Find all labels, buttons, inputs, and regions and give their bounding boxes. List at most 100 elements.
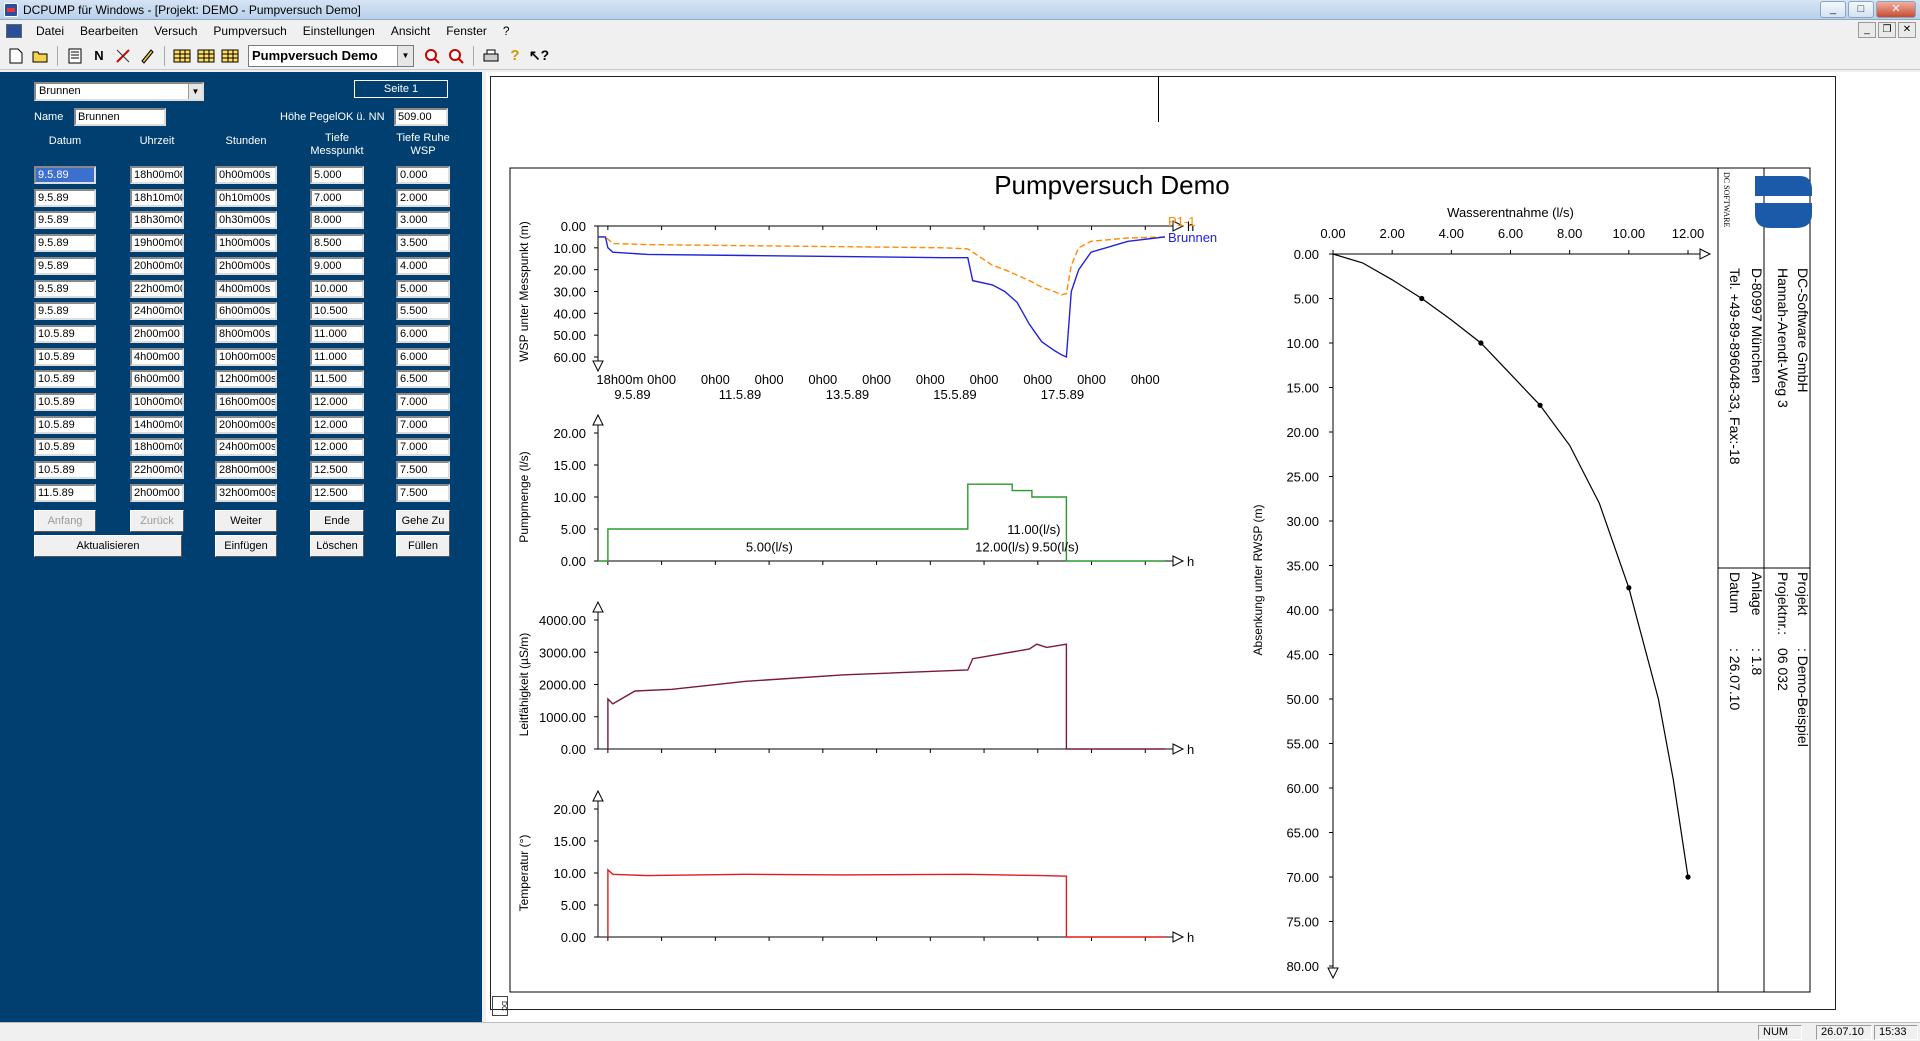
chart-3: 0.00 5.00 10.00 15.00 20.00 Temperatur (°) h xyxy=(517,789,1194,945)
x-tick-label: 10.00 xyxy=(1613,226,1646,241)
y-tick-label: 40.00 xyxy=(1286,603,1319,618)
status-bar: NUM 26.07.10 15:33 xyxy=(0,1022,1920,1041)
y-tick-label: 0.00 xyxy=(561,742,586,757)
project-info-value: : 1.8 xyxy=(1749,648,1765,675)
y-axis-arrow xyxy=(592,789,604,802)
logo-c-shape xyxy=(1755,203,1812,228)
y-tick-label: 60.00 xyxy=(1286,781,1319,796)
x-tick-label: 0h00 xyxy=(808,372,837,387)
y-axis-arrow xyxy=(1327,967,1339,980)
y-tick-label: 45.00 xyxy=(1286,648,1319,663)
project-info-label: Anlage xyxy=(1749,572,1765,616)
y-tick-label: 0.00 xyxy=(561,930,586,945)
y-axis-label: WSP unter Messpunkt (m) xyxy=(517,221,531,361)
x-axis-unit: h xyxy=(1187,742,1194,757)
data-point xyxy=(1478,340,1484,346)
x-axis-arrow xyxy=(1172,743,1185,755)
data-point xyxy=(1419,295,1425,302)
report-title: Pumpversuch Demo xyxy=(994,170,1230,200)
x-axis-unit: h xyxy=(1187,554,1194,569)
legend-entry: P1-1 xyxy=(1168,214,1195,229)
y-tick-label: 0.00 xyxy=(561,554,586,569)
x-axis-arrow xyxy=(1699,248,1712,260)
y-axis-label: Pumpmenge (l/s) xyxy=(517,451,531,542)
data-point xyxy=(1537,402,1543,408)
series-line-0 xyxy=(598,236,1166,296)
project-info-label: Datum xyxy=(1727,572,1743,613)
annotation-label: 9.50(l/s) xyxy=(1032,539,1079,554)
y-tick-label: 5.00 xyxy=(561,898,586,913)
x-tick-label: 8.00 xyxy=(1557,226,1582,241)
x-tick-label: 0h00 xyxy=(701,372,730,387)
y-tick-label: 30.00 xyxy=(553,285,586,300)
company-name: DC-Software GmbH xyxy=(1795,268,1811,392)
x-tick-label: 0h00 xyxy=(970,372,999,387)
y-tick-label: 0.00 xyxy=(561,219,586,234)
x-tick-label: 0h00 xyxy=(755,372,784,387)
num-lock-indicator: NUM xyxy=(1758,1025,1802,1040)
y-tick-label: 15.00 xyxy=(553,834,586,849)
project-info-label: Projektnr.: xyxy=(1775,572,1791,635)
y-tick-label: 0.00 xyxy=(1294,247,1319,262)
project-info-value: : 26.07.10 xyxy=(1727,648,1743,710)
y-tick-label: 5.00 xyxy=(561,522,586,537)
chart-1: 0.00 5.00 10.00 15.00 20.00 Pumpmenge (l/s) h 5… xyxy=(517,413,1194,569)
y-tick-label: 20.00 xyxy=(553,426,586,441)
y-tick-label: 20.00 xyxy=(553,802,586,817)
annotation-label: 5.00(l/s) xyxy=(746,539,793,554)
x-tick-label: 0h00 xyxy=(1077,372,1106,387)
title-block: DC SOFTWARE DC-Software GmbHHannah-Arendt… xyxy=(1718,168,1812,992)
company-city: D-80997 München xyxy=(1749,268,1765,383)
y-axis-label: Absenkung unter RWSP (m) xyxy=(1251,505,1265,656)
x-tick-label: 6.00 xyxy=(1498,226,1523,241)
series-line-0 xyxy=(607,868,1165,938)
x-date-label: 17.5.89 xyxy=(1041,387,1084,402)
dc-logo: DC SOFTWARE xyxy=(1722,172,1812,228)
y-tick-label: 10.00 xyxy=(553,866,586,881)
y-tick-label: 65.00 xyxy=(1286,826,1319,841)
chart-2: 0.00 1000.00 2000.00 3000.00 4000.00 Leitfähi… xyxy=(517,600,1194,757)
y-tick-label: 3000.00 xyxy=(539,645,586,660)
x-date-label: 11.5.89 xyxy=(719,387,761,402)
fit-curve xyxy=(1332,253,1689,878)
y-axis-label: Temperatur (°) xyxy=(517,835,531,912)
x-tick-label: 0h00 xyxy=(647,372,676,387)
y-tick-label: 30.00 xyxy=(1286,514,1319,529)
x-tick-label: 0h00 xyxy=(916,372,945,387)
x-tick-label: 4.00 xyxy=(1439,226,1464,241)
y-tick-label: 15.00 xyxy=(553,458,586,473)
y-tick-label: 20.00 xyxy=(1286,425,1319,440)
y-axis-arrow xyxy=(592,360,604,373)
chart-well-performance: 0.00 2.00 4.00 6.00 8.00 10.00 12.00 0.00 5.00 10… xyxy=(1251,205,1712,980)
x-axis-arrow xyxy=(1172,931,1185,943)
annotation-label: 11.00(l/s) xyxy=(1007,522,1060,537)
logo-text: DC SOFTWARE xyxy=(1722,172,1731,227)
y-tick-label: 80.00 xyxy=(1286,959,1319,974)
y-tick-label: 55.00 xyxy=(1286,737,1319,752)
y-tick-label: 1000.00 xyxy=(539,710,586,725)
y-tick-label: 2000.00 xyxy=(539,678,586,693)
legend-entry: Brunnen xyxy=(1168,230,1217,245)
series-line-0 xyxy=(607,643,1165,750)
x-tick-label: 12.00 xyxy=(1672,226,1705,241)
report-svg: Pumpversuch Demo 0.00 10.00 20.00 30.00 40.0… xyxy=(509,167,1812,993)
report-border xyxy=(509,167,1811,993)
project-info-value: : Demo-Beispiel xyxy=(1795,648,1811,747)
y-tick-label: 15.00 xyxy=(1286,381,1319,396)
x-tick-label: 0h00 xyxy=(1131,372,1160,387)
x-tick-label: 0h00 xyxy=(1023,372,1052,387)
y-tick-label: 75.00 xyxy=(1286,915,1319,930)
status-time: 15:33 xyxy=(1874,1025,1918,1040)
y-tick-label: 4000.00 xyxy=(539,613,586,628)
series-line-1 xyxy=(598,236,1166,359)
data-point xyxy=(1626,585,1632,591)
x-date-label: 13.5.89 xyxy=(826,387,869,402)
x-tick-label: 2.00 xyxy=(1380,226,1405,241)
y-tick-label: 25.00 xyxy=(1286,470,1319,485)
y-tick-label: 10.00 xyxy=(553,241,586,256)
y-tick-label: 50.00 xyxy=(553,328,586,343)
y-tick-label: 10.00 xyxy=(1286,336,1319,351)
y-tick-label: 60.00 xyxy=(553,350,586,365)
data-point xyxy=(1685,874,1691,880)
y-tick-label: 10.00 xyxy=(553,490,586,505)
